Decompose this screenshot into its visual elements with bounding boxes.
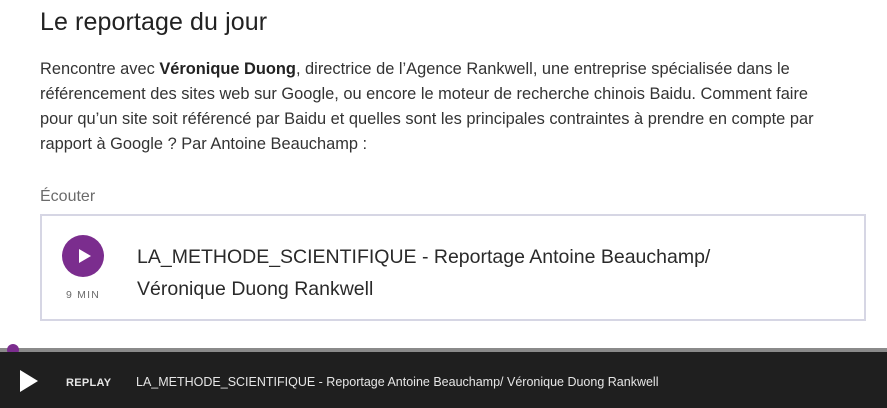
section-title: Le reportage du jour: [40, 8, 268, 36]
player-now-playing-title: LA_METHODE_SCIENTIFIQUE - Reportage Anto…: [136, 375, 659, 389]
audio-player-bar: REPLAY LA_METHODE_SCIENTIFIQUE - Reporta…: [0, 352, 887, 408]
intro-prefix: Rencontre avec: [40, 60, 160, 78]
replay-label: REPLAY: [66, 377, 112, 389]
intro-paragraph: Rencontre avec Véronique Duong, directri…: [40, 57, 830, 157]
episode-title[interactable]: LA_METHODE_SCIENTIFIQUE - Reportage Anto…: [137, 241, 777, 305]
listen-label: Écouter: [40, 188, 96, 205]
episode-play-button[interactable]: [62, 235, 104, 277]
intro-person-name: Véronique Duong: [159, 60, 296, 78]
episode-duration: 9 MIN: [65, 289, 100, 301]
episode-card[interactable]: 9 MIN LA_METHODE_SCIENTIFIQUE - Reportag…: [40, 214, 866, 321]
play-icon: [78, 249, 91, 263]
player-play-button[interactable]: [20, 370, 42, 392]
play-icon: [20, 370, 38, 392]
